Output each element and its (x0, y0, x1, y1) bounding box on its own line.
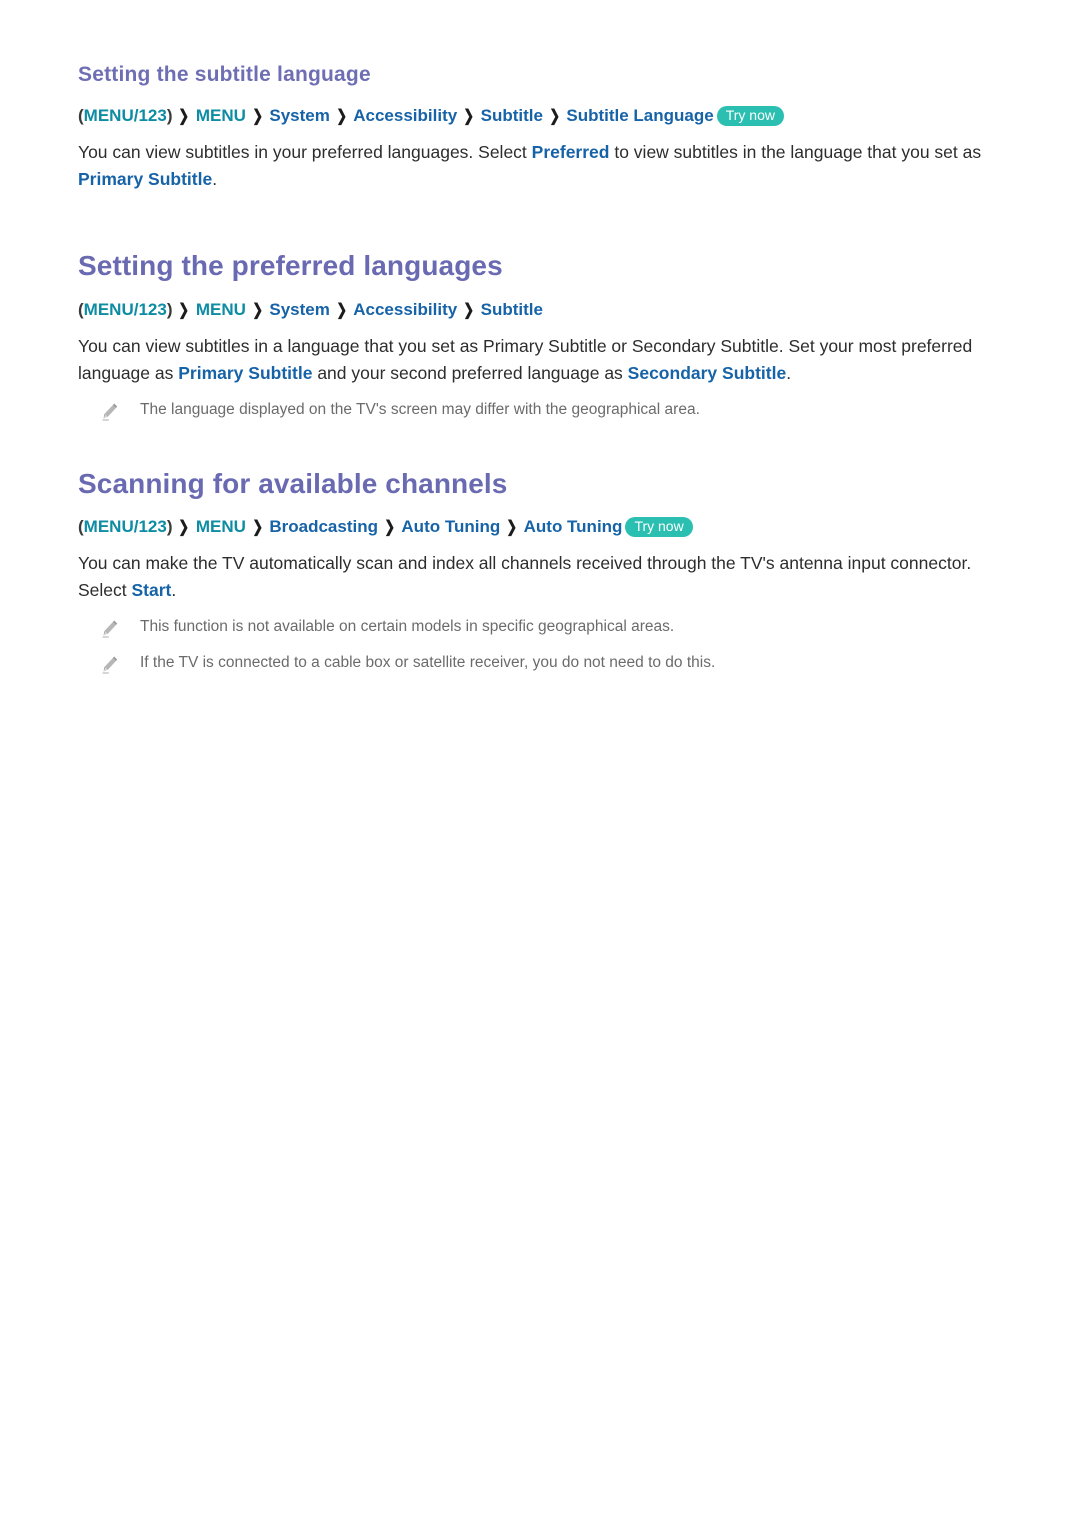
section-scanning-channels: Scanning for available channels (MENU/12… (78, 467, 985, 677)
section-heading: Setting the preferred languages (78, 250, 503, 282)
breadcrumb-menu[interactable]: MENU (196, 517, 246, 536)
try-now-badge[interactable]: Try now (716, 106, 784, 127)
note-item: The language displayed on the TV's scree… (78, 399, 985, 423)
paragraph-text-part: to view subtitles in the language that y… (609, 142, 982, 163)
paragraph-text-part: . (212, 169, 218, 190)
chevron-right-icon: ❯ (336, 301, 347, 319)
inline-link-secondary-subtitle[interactable]: Secondary Subtitle (628, 363, 787, 383)
inline-link-preferred[interactable]: Preferred (532, 142, 610, 162)
note-item: This function is not available on certai… (78, 616, 985, 640)
note-text: The language displayed on the TV's scree… (140, 400, 700, 418)
pencil-icon (100, 654, 122, 676)
paragraph-text-part: and your second preferred language as (312, 362, 628, 383)
breadcrumb-item-accessibility[interactable]: Accessibility (353, 300, 457, 319)
note-text: If the TV is connected to a cable box or… (140, 654, 716, 672)
breadcrumb-item-broadcasting[interactable]: Broadcasting (269, 517, 378, 536)
paragraph-text-part: . (786, 362, 792, 383)
inline-link-start[interactable]: Start (132, 580, 172, 600)
breadcrumb-item-subtitle[interactable]: Subtitle (481, 106, 543, 125)
breadcrumb-close-paren: ) (166, 106, 173, 126)
breadcrumb-menu123[interactable]: MENU/123 (84, 300, 167, 319)
section-paragraph: You can make the TV automatically scan a… (78, 550, 985, 604)
breadcrumb: (MENU/123) ❯ MENU ❯ System ❯ Accessibility ❯ Sub… (78, 297, 985, 323)
breadcrumb-item-system[interactable]: System (269, 300, 329, 319)
breadcrumb-item-auto-tuning-sub[interactable]: Auto Tuning (524, 517, 623, 536)
chevron-right-icon: ❯ (384, 519, 396, 537)
chevron-right-icon: ❯ (506, 519, 518, 537)
chevron-right-icon: ❯ (178, 301, 190, 319)
breadcrumb: (MENU/123) ❯ MENU ❯ System ❯ Accessibility ❯ Sub… (78, 103, 985, 129)
chevron-right-icon: ❯ (178, 519, 190, 537)
breadcrumb: (MENU/123) ❯ MENU ❯ Broadcasting ❯ Auto Tuning… (78, 514, 985, 540)
manual-page: Setting the subtitle language (MENU/123)… (0, 0, 1080, 1527)
chevron-right-icon: ❯ (549, 108, 561, 126)
pencil-icon (100, 401, 122, 423)
pencil-icon (100, 618, 122, 640)
breadcrumb-menu123[interactable]: MENU/123 (84, 106, 167, 125)
chevron-right-icon: ❯ (463, 108, 475, 126)
paragraph-text-part: . (171, 580, 177, 601)
section-paragraph: You can view subtitles in your preferred… (78, 139, 985, 193)
chevron-right-icon: ❯ (252, 301, 264, 319)
breadcrumb-item-subtitle-language[interactable]: Subtitle Language (566, 106, 713, 125)
breadcrumb-close-paren: ) (166, 299, 173, 319)
chevron-right-icon: ❯ (178, 108, 190, 126)
chevron-right-icon: ❯ (252, 108, 264, 126)
breadcrumb-close-paren: ) (166, 517, 173, 537)
note-item: If the TV is connected to a cable box or… (78, 652, 985, 676)
note-text: This function is not available on certai… (140, 618, 675, 636)
section-preferred-languages: Setting the preferred languages (MENU/12… (78, 249, 985, 423)
section-heading: Scanning for available channels (78, 467, 508, 499)
inline-link-primary-subtitle[interactable]: Primary Subtitle (178, 363, 312, 383)
breadcrumb-item-auto-tuning[interactable]: Auto Tuning (401, 517, 500, 536)
breadcrumb-menu123[interactable]: MENU/123 (84, 517, 167, 536)
chevron-right-icon: ❯ (336, 108, 347, 126)
paragraph-text-part: You can make the TV automatically scan a… (78, 553, 972, 601)
breadcrumb-item-system[interactable]: System (269, 106, 329, 125)
chevron-right-icon: ❯ (252, 519, 264, 537)
inline-link-primary-subtitle[interactable]: Primary Subtitle (78, 169, 212, 189)
page-title: Setting the subtitle language (78, 63, 371, 86)
breadcrumb-menu[interactable]: MENU (196, 300, 246, 319)
paragraph-text-part: You can view subtitles in your preferred… (78, 142, 532, 163)
breadcrumb-menu[interactable]: MENU (196, 106, 246, 125)
chevron-right-icon: ❯ (463, 301, 475, 319)
breadcrumb-item-subtitle[interactable]: Subtitle (481, 300, 543, 319)
section-subtitle-language: Setting the subtitle language (MENU/123)… (78, 62, 985, 193)
breadcrumb-item-accessibility[interactable]: Accessibility (353, 106, 457, 125)
try-now-badge[interactable]: Try now (625, 517, 693, 538)
section-paragraph: You can view subtitles in a language tha… (78, 333, 985, 387)
